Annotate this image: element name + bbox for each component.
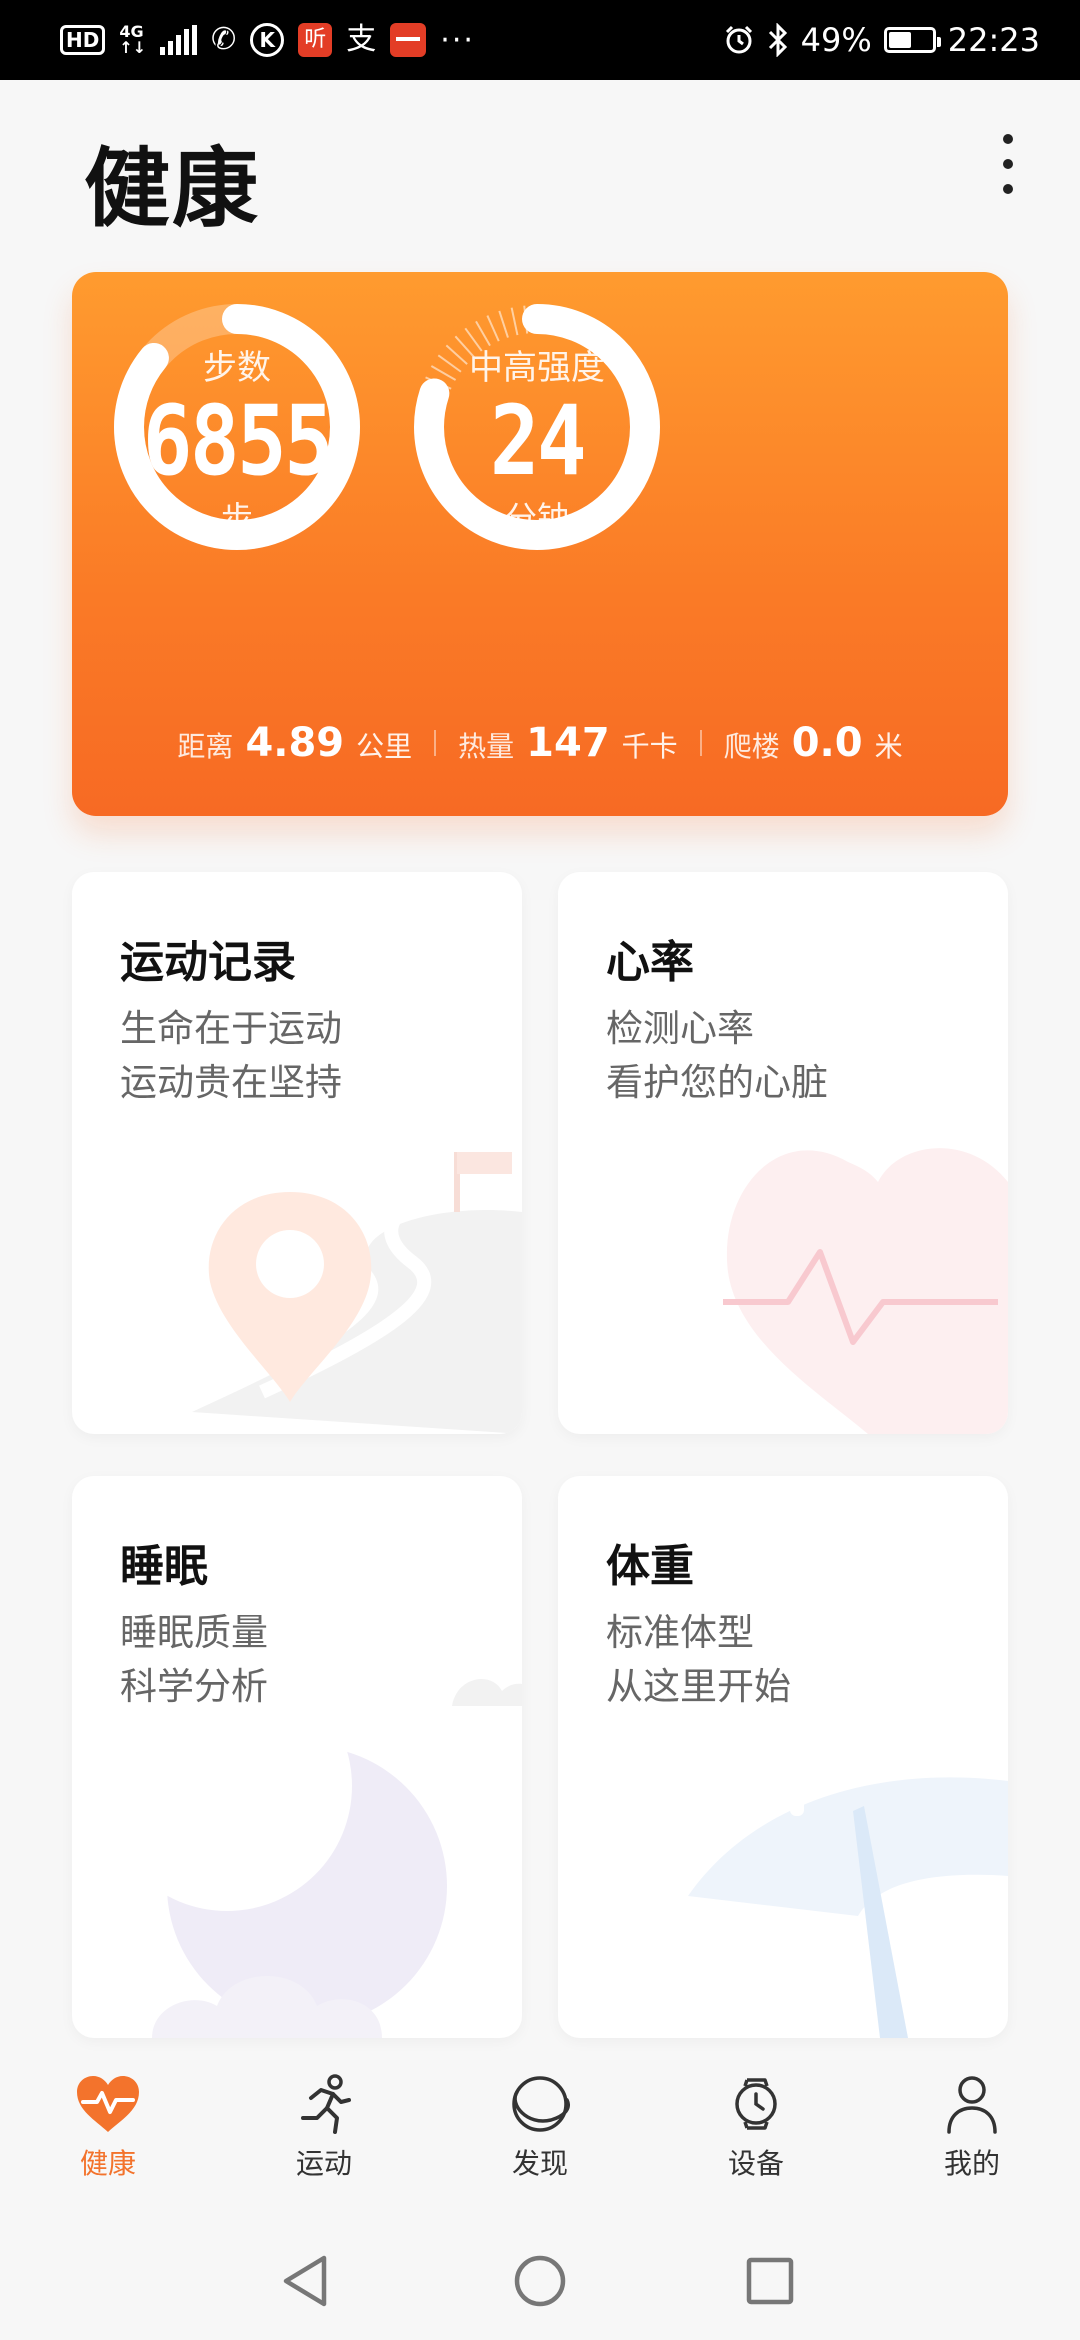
intensity-value: 24 <box>489 385 587 497</box>
steps-unit: 步 <box>220 499 253 537</box>
hd-indicator: HD <box>60 25 106 55</box>
ring-tick <box>498 310 509 338</box>
card-subtitle: 睡眠质量 <box>120 1611 268 1654</box>
stat-value: 147 <box>526 720 610 766</box>
stat-label: 热量 <box>458 730 515 763</box>
ting-app-icon: 听 <box>298 23 333 57</box>
divider <box>434 730 437 756</box>
red-app-icon <box>390 23 427 57</box>
bluetooth-icon <box>768 23 787 57</box>
intensity-readout: 中高强度 24 分钟 <box>417 340 657 539</box>
nav-label: 运动 <box>295 2147 352 2180</box>
heart-pulse-icon <box>77 2076 139 2132</box>
recent-apps-icon[interactable] <box>735 2246 805 2316</box>
nav-label: 健康 <box>79 2147 136 2180</box>
card-subtitle: 标准体型 <box>606 1611 754 1654</box>
more-dot <box>1003 134 1013 144</box>
nav-health[interactable]: 健康 <box>28 2074 188 2214</box>
steps-readout: 步数 6855 步 <box>117 340 357 539</box>
card-subtitle: 生命在于运动 <box>120 1007 342 1050</box>
more-notifications-icon: ··· <box>440 22 475 58</box>
stat-calories: 热量 147 千卡 <box>458 720 678 766</box>
exercise-records-card[interactable]: 运动记录 生命在于运动 运动贵在坚持 <box>72 872 522 1434</box>
alipay-icon: 支 <box>346 22 377 57</box>
system-navigation-bar <box>0 2220 1080 2340</box>
battery-icon <box>883 27 941 53</box>
activity-summary-card[interactable]: 步数 6855 步 中高强度 24 分钟 距离 4.89 公里 热量 147 千… <box>72 272 1008 816</box>
stat-label: 爬楼 <box>723 730 780 763</box>
steps-value: 6855 <box>142 385 334 497</box>
nav-me[interactable]: 我的 <box>892 2074 1052 2214</box>
person-icon <box>947 2076 997 2134</box>
intensity-label: 中高强度 <box>469 348 605 388</box>
divider <box>699 730 702 756</box>
card-subtitle: 运动贵在坚持 <box>120 1061 342 1104</box>
more-dot <box>1003 159 1013 169</box>
card-subtitle: 检测心率 <box>606 1007 754 1050</box>
bottom-navigation: 健康 运动 发现 设备 我的 <box>0 2060 1080 2220</box>
stat-distance: 距离 4.89 公里 <box>177 720 412 766</box>
status-bar-right: 49% 22:23 <box>723 18 1040 62</box>
watch-icon <box>735 2078 777 2130</box>
nav-devices[interactable]: 设备 <box>676 2074 836 2214</box>
card-subtitle: 从这里开始 <box>606 1665 791 1708</box>
nav-discover[interactable]: 发现 <box>460 2074 620 2214</box>
back-icon[interactable] <box>272 2246 342 2316</box>
stat-unit: 米 <box>874 730 903 763</box>
weight-card[interactable]: 体重 标准体型 从这里开始 <box>558 1476 1008 2038</box>
card-title: 体重 <box>606 1541 694 1592</box>
page-title: 健康 <box>84 139 260 239</box>
missed-call-icon: ✆ <box>211 22 237 57</box>
planet-icon <box>512 2076 570 2132</box>
stat-floors: 爬楼 0.0 米 <box>724 720 903 766</box>
running-person-icon <box>301 2074 351 2134</box>
card-title: 运动记录 <box>120 937 296 988</box>
more-options-button[interactable] <box>984 124 1032 204</box>
stat-value: 4.89 <box>245 720 345 766</box>
clock: 22:23 <box>947 21 1040 59</box>
sleep-card[interactable]: 睡眠 睡眠质量 科学分析 <box>72 1476 522 2038</box>
stat-unit: 千卡 <box>621 730 678 763</box>
heart-rate-card[interactable]: 心率 检测心率 看护您的心脏 <box>558 872 1008 1434</box>
k-app-icon: K <box>250 23 285 57</box>
more-dot <box>1003 184 1013 194</box>
nav-label: 发现 <box>511 2147 568 2180</box>
battery-percent: 49% <box>800 21 872 59</box>
ring-tick <box>510 307 519 336</box>
alarm-icon <box>725 25 752 54</box>
status-bar: HD 4G ↑↓ ✆ K 听 支 ··· 49% 22:23 <box>0 0 1080 80</box>
ring-tick <box>486 315 500 342</box>
home-icon[interactable] <box>505 2246 575 2316</box>
activity-stats: 距离 4.89 公里 热量 147 千卡 爬楼 0.0 米 <box>72 720 1008 766</box>
card-title: 心率 <box>606 937 694 988</box>
nav-label: 设备 <box>727 2147 784 2180</box>
steps-label: 步数 <box>203 348 271 388</box>
card-subtitle: 看护您的心脏 <box>606 1061 828 1104</box>
nav-exercise[interactable]: 运动 <box>244 2074 404 2214</box>
card-subtitle: 科学分析 <box>120 1665 268 1708</box>
network-type: 4G ↑↓ <box>119 22 147 57</box>
stat-unit: 公里 <box>356 730 413 763</box>
status-bar-left: HD 4G ↑↓ ✆ K 听 支 ··· <box>60 18 475 62</box>
stat-value: 0.0 <box>791 720 863 766</box>
signal-icon <box>160 25 198 55</box>
stat-label: 距离 <box>177 730 234 763</box>
nav-label: 我的 <box>943 2147 1000 2180</box>
intensity-unit: 分钟 <box>504 499 569 537</box>
card-title: 睡眠 <box>120 1541 208 1592</box>
